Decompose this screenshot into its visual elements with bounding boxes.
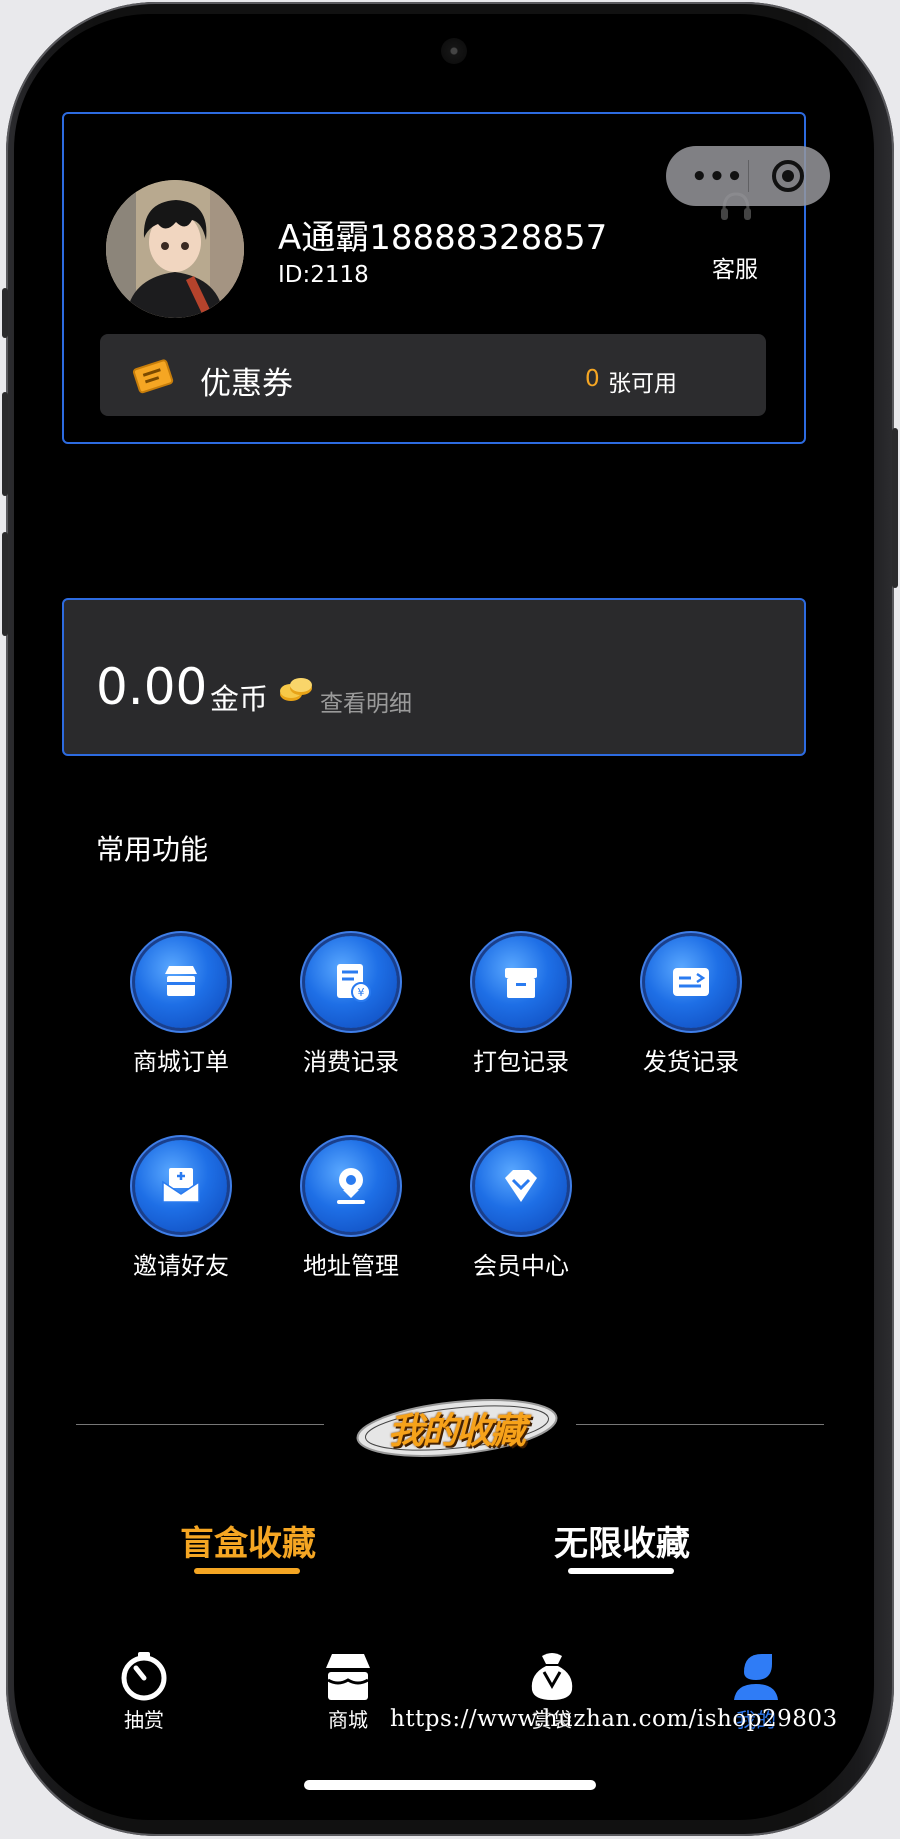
divider-left: [76, 1424, 324, 1425]
func-label: 会员中心: [473, 1252, 569, 1280]
volume-up-button: [2, 392, 8, 496]
mute-switch: [2, 288, 8, 338]
avatar[interactable]: [106, 180, 244, 318]
func-label: 商城订单: [133, 1048, 229, 1076]
coupon-count: 0: [585, 366, 600, 392]
collection-badge-title: 我的收藏: [387, 1411, 526, 1452]
receipt-icon: ¥: [305, 936, 397, 1028]
func-pack-records[interactable]: 打包记录: [436, 936, 606, 1077]
func-member-center[interactable]: 会员中心: [436, 1140, 606, 1281]
func-address-management[interactable]: 地址管理: [266, 1140, 436, 1281]
camera-icon: [441, 38, 467, 64]
coupon-icon: [132, 359, 174, 394]
customer-service-label[interactable]: 客服: [712, 250, 758, 284]
shipping-icon: [645, 936, 737, 1028]
func-label: 地址管理: [303, 1252, 399, 1280]
coin-balance: 0.00: [96, 658, 208, 716]
home-indicator[interactable]: [304, 1780, 596, 1790]
capsule-divider: [748, 160, 749, 192]
view-details-link[interactable]: 查看明细: [320, 684, 412, 718]
box-icon: [475, 936, 567, 1028]
func-shipping-records[interactable]: 发货记录: [606, 936, 776, 1077]
timer-icon: [121, 1652, 167, 1701]
diamond-icon: [475, 1140, 567, 1232]
nav-draw[interactable]: 抽赏: [84, 1650, 204, 1733]
coupon-label: 优惠券: [200, 366, 293, 402]
location-icon: [305, 1140, 397, 1232]
coin-unit: 金币: [210, 682, 269, 716]
section-title: 常用功能: [96, 833, 209, 866]
tab-underline: [568, 1568, 674, 1574]
coupon-available-text: 张可用: [608, 371, 677, 397]
shop-icon: [326, 1654, 370, 1700]
func-mall-orders[interactable]: 商城订单: [96, 936, 266, 1077]
func-label: 消费记录: [303, 1048, 399, 1076]
svg-text:¥: ¥: [358, 986, 365, 999]
power-button: [892, 428, 898, 588]
func-spending-records[interactable]: ¥ 消费记录: [266, 936, 436, 1077]
tab-unlimited-collection[interactable]: 无限收藏: [554, 1516, 690, 1565]
user-id: ID:2118: [278, 262, 369, 288]
nav-label: 抽赏: [124, 1708, 164, 1732]
coins-icon: [280, 678, 312, 701]
more-icon[interactable]: •••: [691, 162, 744, 192]
volume-down-button: [2, 532, 8, 636]
watermark-text: https://www.huzhan.com/ishop29803: [390, 1706, 838, 1732]
func-label: 打包记录: [473, 1048, 569, 1076]
close-miniapp-icon[interactable]: [772, 160, 804, 192]
bag-icon: [531, 1653, 573, 1700]
store-icon: [135, 936, 227, 1028]
user-icon: [734, 1654, 778, 1700]
username: A通霸18888328857: [278, 218, 608, 258]
invite-icon: [135, 1140, 227, 1232]
tab-active-underline: [194, 1568, 300, 1574]
func-label: 邀请好友: [133, 1252, 229, 1280]
miniapp-capsule: •••: [666, 146, 830, 206]
func-invite-friends[interactable]: 邀请好友: [96, 1140, 266, 1281]
divider-right: [576, 1424, 824, 1425]
tab-blind-box-collection[interactable]: 盲盒收藏: [180, 1516, 316, 1565]
func-label: 发货记录: [643, 1048, 739, 1076]
